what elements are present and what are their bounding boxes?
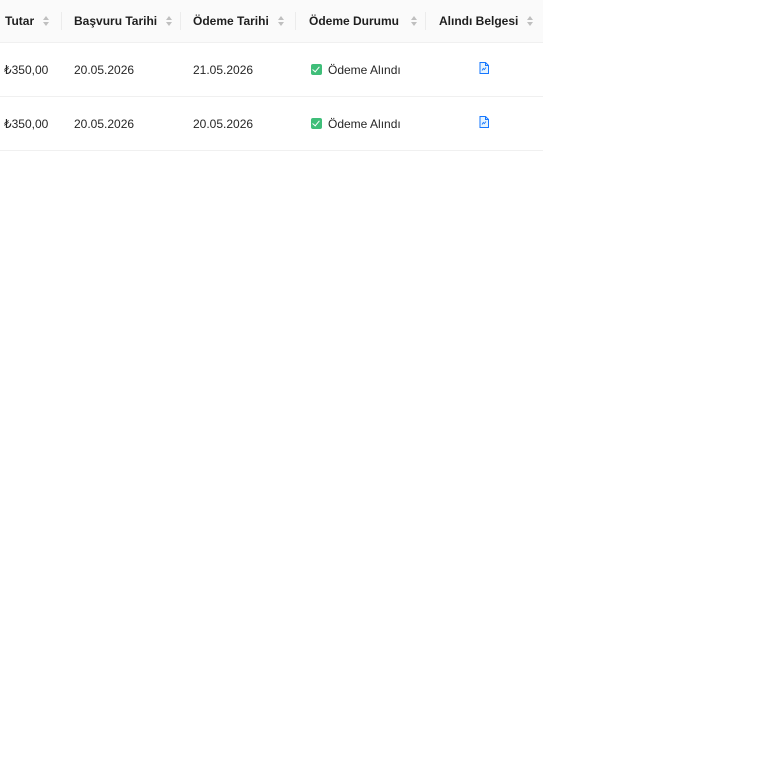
payment-date-cell: 20.05.2026 bbox=[193, 116, 254, 131]
check-square-icon bbox=[311, 118, 322, 129]
column-header-label: Tutar bbox=[5, 14, 35, 28]
sort-icon[interactable] bbox=[43, 16, 50, 26]
amount-cell: ₺350,00 bbox=[4, 116, 49, 131]
sort-icon[interactable] bbox=[527, 16, 534, 26]
receipt-cell bbox=[479, 97, 489, 150]
payment-status-cell: Ödeme Alındı bbox=[311, 43, 401, 96]
sort-icon[interactable] bbox=[411, 16, 418, 26]
column-header-application-date[interactable]: Başvuru Tarihi bbox=[74, 0, 173, 42]
column-divider bbox=[295, 12, 296, 30]
payments-table: Tutar Başvuru Tarihi Ödeme Tarihi Ödeme … bbox=[0, 0, 543, 151]
receipt-cell bbox=[479, 43, 489, 96]
column-header-amount[interactable]: Tutar bbox=[5, 0, 50, 42]
column-header-payment-date[interactable]: Ödeme Tarihi bbox=[193, 0, 285, 42]
column-header-receipt[interactable]: Alındı Belgesi bbox=[439, 0, 534, 42]
column-header-label: Ödeme Tarihi bbox=[193, 14, 269, 28]
table-row: ₺350,00 20.05.2026 20.05.2026 Ödeme Alın… bbox=[0, 97, 543, 151]
table-row: ₺350,00 20.05.2026 21.05.2026 Ödeme Alın… bbox=[0, 43, 543, 97]
payment-date-cell: 21.05.2026 bbox=[193, 62, 254, 77]
column-header-label: Başvuru Tarihi bbox=[74, 14, 158, 28]
table-header: Tutar Başvuru Tarihi Ödeme Tarihi Ödeme … bbox=[0, 0, 543, 43]
payment-status-label: Ödeme Alındı bbox=[328, 62, 401, 77]
file-pdf-icon[interactable] bbox=[479, 62, 489, 77]
column-divider bbox=[425, 12, 426, 30]
column-divider bbox=[61, 12, 62, 30]
column-header-label: Ödeme Durumu bbox=[309, 14, 400, 28]
sort-icon[interactable] bbox=[166, 16, 173, 26]
application-date-cell: 20.05.2026 bbox=[74, 116, 135, 131]
column-header-payment-status[interactable]: Ödeme Durumu bbox=[309, 0, 418, 42]
file-pdf-icon[interactable] bbox=[479, 116, 489, 131]
column-divider bbox=[180, 12, 181, 30]
amount-cell: ₺350,00 bbox=[4, 62, 49, 77]
column-header-label: Alındı Belgesi bbox=[439, 14, 519, 28]
check-square-icon bbox=[311, 64, 322, 75]
payment-status-cell: Ödeme Alındı bbox=[311, 97, 401, 150]
sort-icon[interactable] bbox=[277, 16, 285, 26]
application-date-cell: 20.05.2026 bbox=[74, 62, 135, 77]
payment-status-label: Ödeme Alındı bbox=[328, 116, 401, 131]
